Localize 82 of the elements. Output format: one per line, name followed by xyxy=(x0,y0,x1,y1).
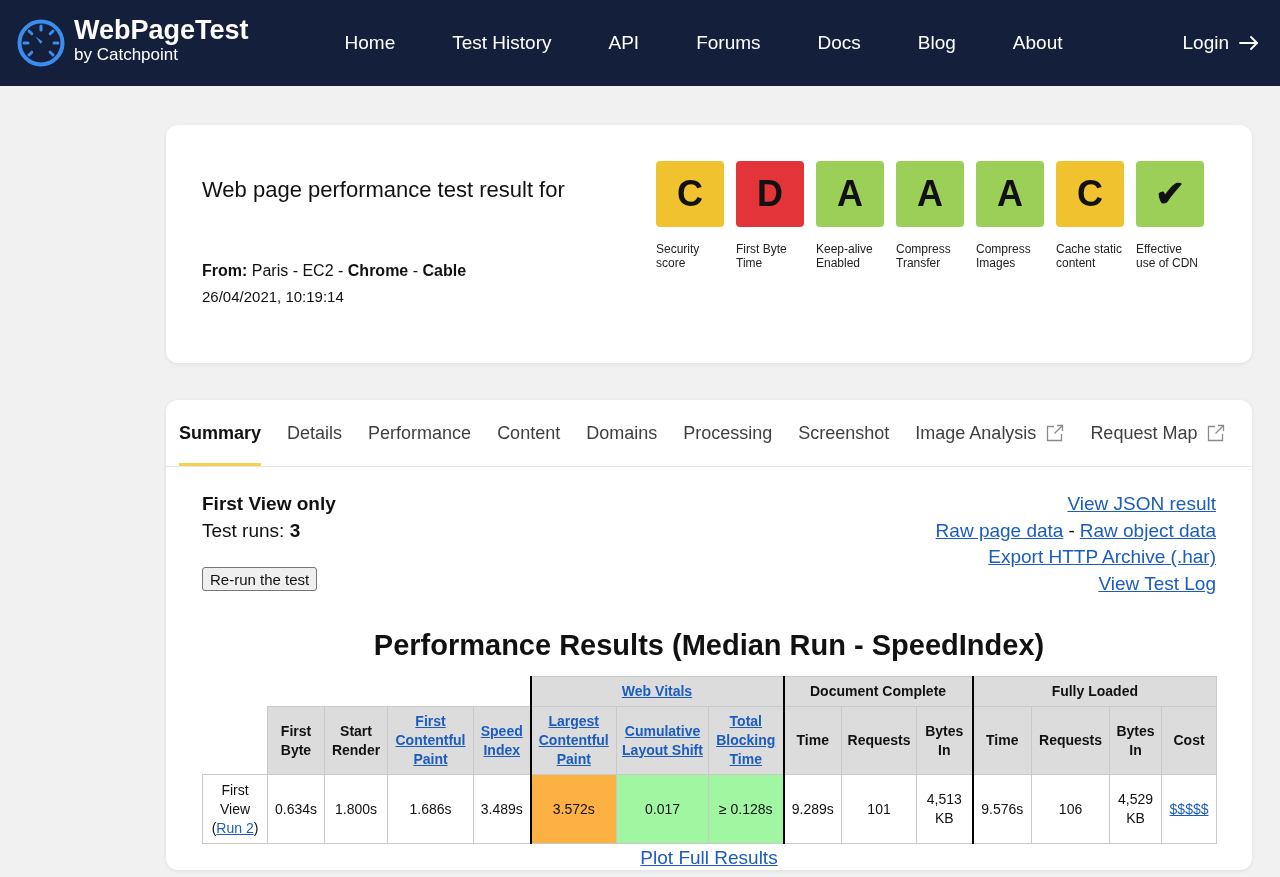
cost-link[interactable]: $$$$$ xyxy=(1169,800,1209,817)
header-link[interactable]: Web Vitals xyxy=(621,682,693,701)
rerun-button[interactable]: Re-run the test xyxy=(202,567,318,591)
login-link[interactable]: Login xyxy=(1182,32,1258,54)
nav-link[interactable]: API xyxy=(608,32,640,54)
column-header-cell: Bytes In xyxy=(1109,706,1162,775)
result-link[interactable]: View Test Log xyxy=(1098,572,1216,594)
result-link[interactable]: Raw page data xyxy=(935,519,1064,541)
header-link[interactable]: Total Blocking Time xyxy=(714,712,778,769)
grade-label: First Byte Time xyxy=(736,242,788,270)
plot-results-link[interactable]: Plot Full Results xyxy=(640,847,778,868)
nav-link[interactable]: Forums xyxy=(696,32,761,54)
test-runs-text: Test runs: 3 xyxy=(202,518,302,543)
grade-label: Compress Transfer xyxy=(896,242,952,270)
external-link-icon xyxy=(1207,424,1226,442)
column-header-cell: Cost xyxy=(1161,706,1217,775)
nav-link[interactable]: Test History xyxy=(452,32,552,54)
column-header-cell: Time xyxy=(783,706,842,775)
run-link[interactable]: Run 2 xyxy=(216,819,254,836)
grade-tile: C xyxy=(656,161,724,227)
nav-link[interactable]: Blog xyxy=(917,32,956,54)
grade-tile: D xyxy=(736,161,804,227)
tab[interactable]: Domains xyxy=(586,400,658,466)
result-link[interactable]: Raw object data xyxy=(1079,519,1216,541)
external-link-icon xyxy=(1046,424,1065,442)
separator-text: - xyxy=(1068,519,1075,541)
table-cell: 1.686s xyxy=(387,774,474,844)
result-heading: Web page performance test result for xyxy=(202,177,565,203)
results-title: Performance Results (Median Run - SpeedIndex) xyxy=(372,629,1046,661)
table-cell: 0.017 xyxy=(616,774,709,844)
test-location-text: From: Paris - EC2 - Chrome - Cable xyxy=(202,261,468,281)
column-header-cell: Requests xyxy=(1031,706,1110,775)
nav-link[interactable]: Docs xyxy=(817,32,861,54)
header-link[interactable]: Speed Index xyxy=(479,721,525,760)
logo-subtitle: by Catchpoint xyxy=(74,45,179,65)
column-header-cell: Start Render xyxy=(324,706,388,775)
grade-tile: A xyxy=(816,161,884,227)
table-cell: 0.634s xyxy=(267,774,325,844)
column-header-cell: Requests xyxy=(841,706,917,775)
column-header-cell: Time xyxy=(972,706,1032,775)
table-cell: 106 xyxy=(1031,774,1110,844)
nav-link[interactable]: About xyxy=(1012,32,1063,54)
column-header-cell: Bytes In xyxy=(916,706,973,775)
table-cell: 9.289s xyxy=(783,774,842,844)
column-header-cell: First Byte xyxy=(267,706,325,775)
gauge-logo-icon[interactable] xyxy=(17,19,65,67)
grade-label: Compress Images xyxy=(976,242,1032,270)
group-header-cell: Document Complete xyxy=(783,676,973,707)
logo-title[interactable]: WebPageTest xyxy=(74,15,249,45)
table-cell: 3.572s xyxy=(530,774,617,844)
table-cell: 9.576s xyxy=(972,774,1032,844)
grade-tile: C xyxy=(1056,161,1124,227)
grade-tile: A xyxy=(896,161,964,227)
grade-label: Keep-alive Enabled xyxy=(816,242,874,270)
grade-label: Effective use of CDN xyxy=(1136,242,1200,270)
table-cell: ≥ 0.128s xyxy=(708,774,784,844)
result-link[interactable]: Export HTTP Archive (.har) xyxy=(988,546,1216,567)
tab[interactable]: Content xyxy=(497,400,561,466)
tab[interactable]: Processing xyxy=(683,400,773,466)
grade-label: Cache static content xyxy=(1056,242,1124,270)
header-link[interactable]: First Contentful Paint xyxy=(393,712,468,769)
grade-tile: A xyxy=(976,161,1044,227)
grade-tile: ✔ xyxy=(1136,161,1204,227)
test-date-text: 26/04/2021, 10:19:14 xyxy=(202,287,345,307)
tab[interactable]: Image Analysis xyxy=(915,400,1065,466)
table-cell: 4,529 KB xyxy=(1109,774,1162,844)
arrow-right-icon xyxy=(1239,36,1258,50)
grade-label: Security score xyxy=(656,242,701,270)
tab[interactable]: Summary xyxy=(179,400,262,466)
group-header-cell: Fully Loaded xyxy=(972,676,1217,707)
table-cell: 1.800s xyxy=(324,774,388,844)
tab[interactable]: Details xyxy=(287,400,343,466)
table-cell: 101 xyxy=(841,774,917,844)
tab[interactable]: Screenshot xyxy=(798,400,890,466)
header-link[interactable]: Cumulative Layout Shift xyxy=(622,721,703,760)
tab[interactable]: Request Map xyxy=(1090,400,1226,466)
header-link[interactable]: Largest Contentful Paint xyxy=(536,712,611,769)
view-heading: First View only xyxy=(202,492,336,516)
row-label-text: First View (Run 2) xyxy=(211,781,259,836)
result-link[interactable]: View JSON result xyxy=(1067,493,1216,514)
tab[interactable]: Performance xyxy=(368,400,472,466)
nav-link[interactable]: Home xyxy=(344,32,396,54)
